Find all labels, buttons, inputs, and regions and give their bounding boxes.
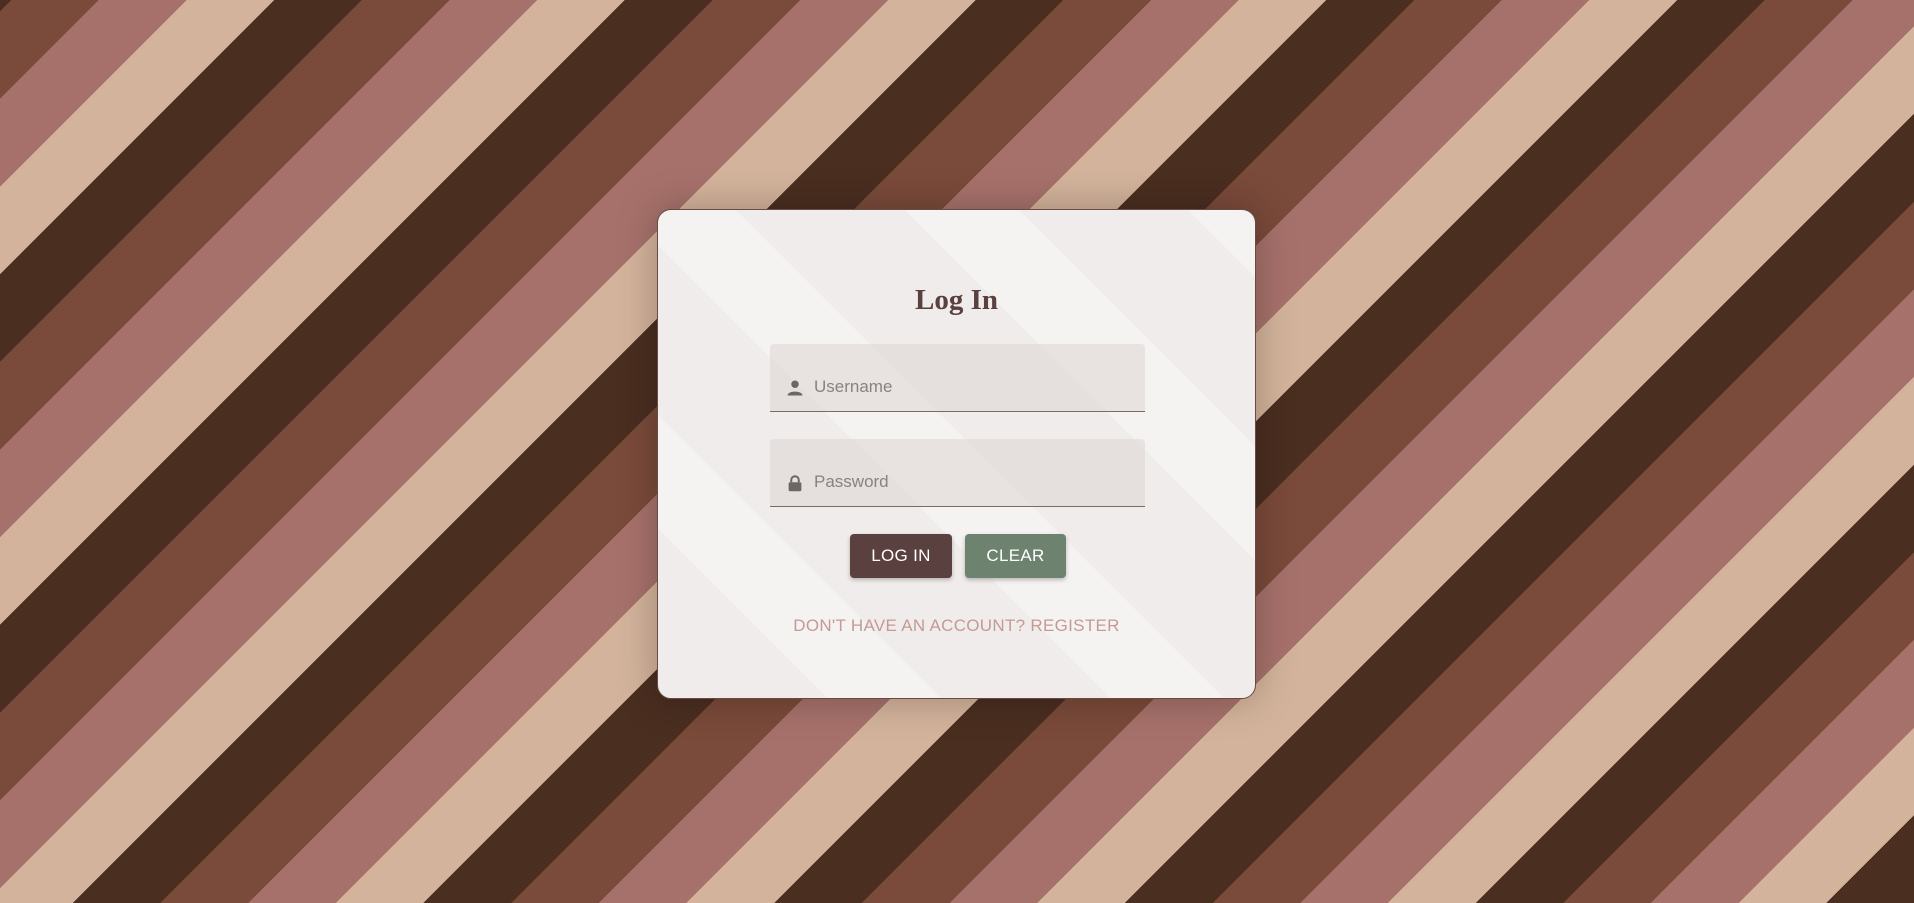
user-icon [787,380,803,396]
page-title: Log In [914,284,998,316]
password-field[interactable] [770,439,1145,507]
lock-icon [788,475,802,492]
login-button[interactable]: LOG IN [850,534,952,578]
login-card: Log In LOG IN CLEAR DON'T HAVE AN ACCOUN… [657,209,1256,699]
clear-button[interactable]: CLEAR [965,534,1066,578]
password-input[interactable] [814,469,1124,495]
username-field[interactable] [770,344,1145,412]
username-input[interactable] [814,374,1124,400]
register-link[interactable]: DON'T HAVE AN ACCOUNT? REGISTER [658,616,1255,636]
